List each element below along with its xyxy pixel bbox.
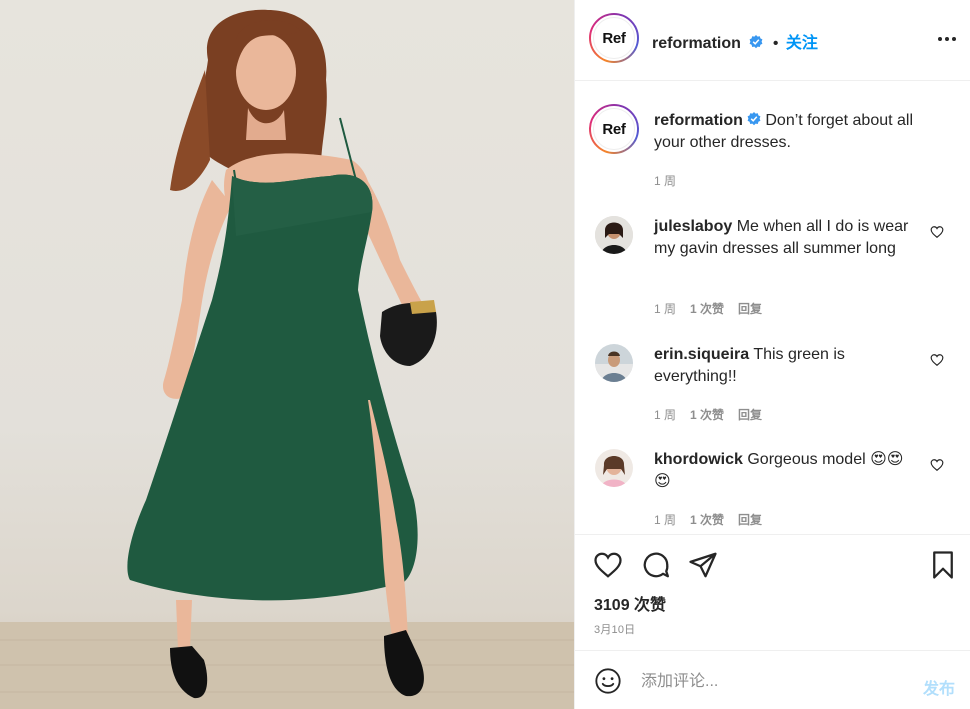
post-header: Ref reformation • 关注 xyxy=(575,0,970,81)
comment-likes[interactable]: 1 次赞 xyxy=(690,300,724,317)
comment-input[interactable] xyxy=(641,671,911,693)
reply-button[interactable]: 回复 xyxy=(738,511,762,528)
caption-text-block: reformation Don’t forget about all your … xyxy=(654,110,944,154)
comment-text-block: juleslaboy Me when all I do is wear my g… xyxy=(654,216,916,260)
verified-badge-icon xyxy=(749,35,763,49)
comment-likes[interactable]: 1 次赞 xyxy=(690,511,724,528)
post-actions: 3109 次赞 3月10日 xyxy=(575,534,970,650)
author-username[interactable]: reformation xyxy=(652,35,741,52)
like-heart-icon[interactable] xyxy=(593,550,623,580)
like-comment-heart-icon[interactable] xyxy=(930,458,944,472)
comment-username[interactable]: erin.siqueira xyxy=(654,346,749,363)
comment-username[interactable]: juleslaboy xyxy=(654,218,732,235)
verified-badge-icon xyxy=(747,112,761,126)
share-paper-plane-icon[interactable] xyxy=(688,550,718,580)
commenter-avatar[interactable] xyxy=(595,449,633,487)
comment-text-block: erin.siqueira This green is everything!! xyxy=(654,344,916,388)
like-comment-heart-icon[interactable] xyxy=(930,225,944,239)
comment-time[interactable]: 1 周 xyxy=(654,300,676,317)
commenter-avatar[interactable] xyxy=(595,344,633,382)
follow-button[interactable]: 关注 xyxy=(786,35,818,52)
post-side-panel: Ref reformation • 关注 Ref reformation Don… xyxy=(574,0,970,709)
comment-time[interactable]: 1 周 xyxy=(654,406,676,423)
caption-meta: 1 周 xyxy=(654,172,690,189)
comment-bubble-icon[interactable] xyxy=(641,550,671,580)
reply-button[interactable]: 回复 xyxy=(738,300,762,317)
emoji-smiley-icon[interactable] xyxy=(594,667,622,695)
post-image[interactable] xyxy=(0,0,574,709)
comment-meta: 1 周 1 次赞 回复 xyxy=(654,511,776,528)
comment-text-block: khordowick Gorgeous model 😍😍😍 xyxy=(654,449,916,493)
post-date[interactable]: 3月10日 xyxy=(594,621,635,637)
author-avatar-text: Ref xyxy=(593,17,635,59)
model-photo xyxy=(0,9,574,709)
comments-list: Ref reformation Don’t forget about all y… xyxy=(575,82,970,534)
like-comment-heart-icon[interactable] xyxy=(930,353,944,367)
comment-username[interactable]: khordowick xyxy=(654,451,743,468)
add-comment-bar: 发布 xyxy=(575,650,970,709)
commenter-avatar[interactable] xyxy=(595,216,633,254)
comment-meta: 1 周 1 次赞 回复 xyxy=(654,300,776,317)
reply-button[interactable]: 回复 xyxy=(738,406,762,423)
caption-avatar[interactable]: Ref xyxy=(589,104,639,154)
caption-avatar-text: Ref xyxy=(593,108,635,150)
caption-time[interactable]: 1 周 xyxy=(654,172,676,189)
caption-username[interactable]: reformation xyxy=(654,112,743,129)
more-options-icon[interactable] xyxy=(937,36,957,42)
author-avatar[interactable]: Ref xyxy=(589,13,639,63)
comment-meta: 1 周 1 次赞 回复 xyxy=(654,406,776,423)
header-separator: • xyxy=(772,35,779,52)
comment-time[interactable]: 1 周 xyxy=(654,511,676,528)
post-comment-button[interactable]: 发布 xyxy=(923,675,955,699)
likes-count[interactable]: 3109 次赞 xyxy=(594,591,666,615)
save-bookmark-icon[interactable] xyxy=(928,550,958,580)
comment-likes[interactable]: 1 次赞 xyxy=(690,406,724,423)
